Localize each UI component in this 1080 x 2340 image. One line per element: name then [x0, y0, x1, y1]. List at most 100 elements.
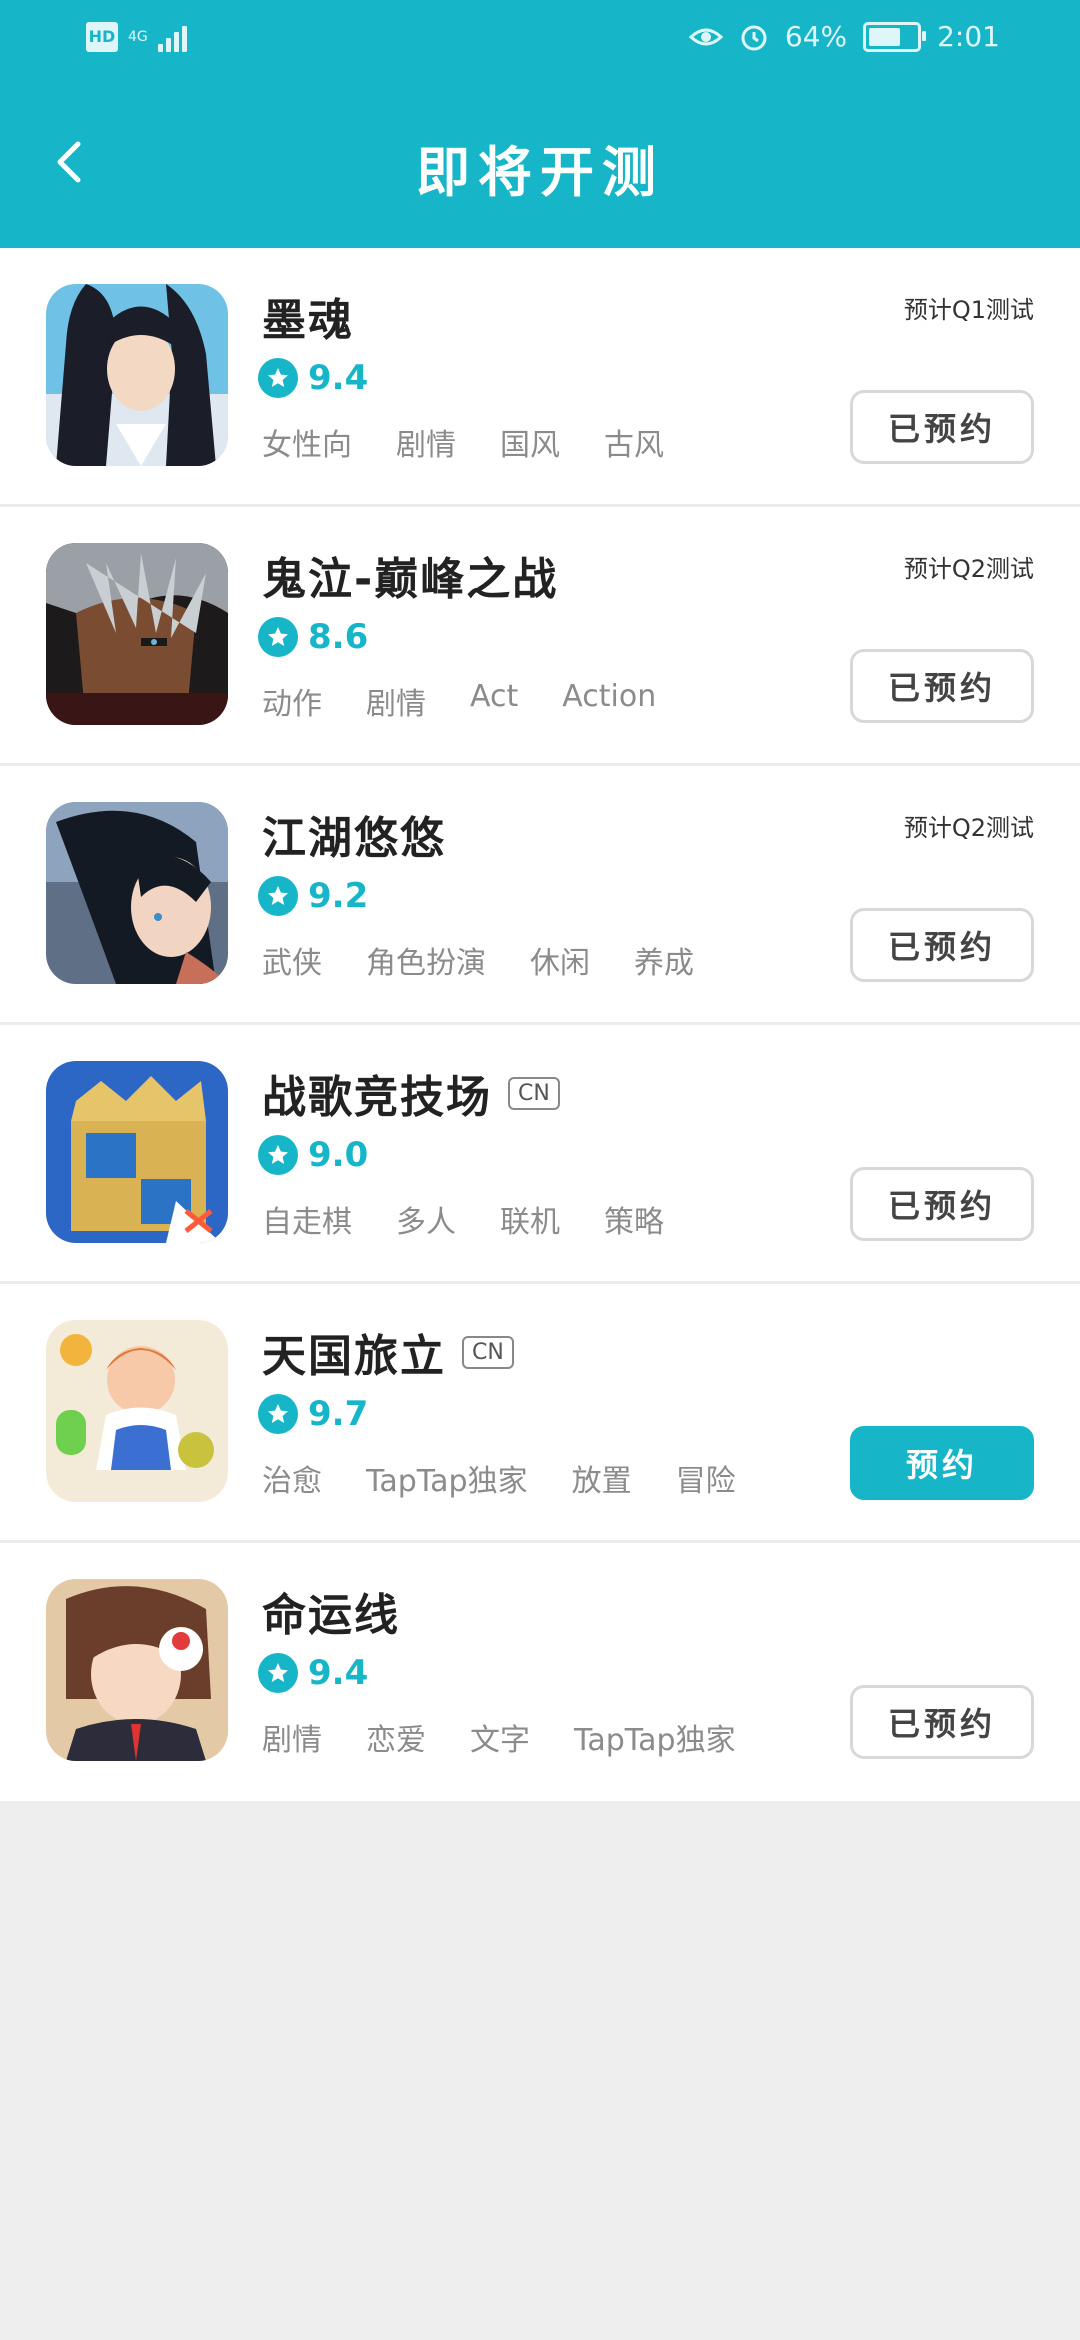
game-icon-devil-may-cry[interactable]: [46, 543, 228, 725]
tag[interactable]: 恋爱: [366, 1715, 426, 1759]
tag-list: 治愈 TapTap独家 放置 冒险: [262, 1456, 736, 1500]
tag-list: 武侠 角色扮演 休闲 养成: [262, 938, 694, 982]
game-artwork: [46, 1320, 228, 1502]
nav-bar: 即将开测: [0, 80, 1080, 248]
tag[interactable]: 动作: [262, 679, 322, 723]
test-schedule: 预计Q2测试: [903, 814, 1034, 842]
status-bar: HD 4G 64% 2:01: [0, 0, 1080, 80]
game-name: 江湖悠悠: [262, 813, 446, 864]
battery-icon: [863, 21, 927, 52]
tag[interactable]: TapTap独家: [366, 1456, 528, 1500]
star-icon: [258, 358, 298, 398]
rating-value: 8.6: [308, 617, 369, 657]
game-row[interactable]: 战歌竞技场 CN 9.0 自走棋 多人 联机 策略 已预约: [0, 1025, 1080, 1284]
tag[interactable]: TapTap独家: [574, 1715, 736, 1759]
game-title[interactable]: 墨魂: [262, 284, 354, 348]
star-icon: [258, 1394, 298, 1434]
game-title[interactable]: 天国旅立 CN: [262, 1320, 514, 1384]
page-title: 即将开测: [416, 141, 664, 204]
game-artwork: [46, 543, 228, 725]
tag[interactable]: 古风: [604, 420, 664, 464]
tag[interactable]: 剧情: [262, 1715, 322, 1759]
game-icon-jianghu[interactable]: [46, 802, 228, 984]
game-row[interactable]: 鬼泣-巅峰之战 8.6 动作 剧情 Act Action 预计Q2测试 已预约: [0, 507, 1080, 766]
tag-list: 女性向 剧情 国风 古风: [262, 420, 664, 464]
top-bar: HD 4G 64% 2:01 即将开测: [0, 0, 1080, 248]
test-schedule: 预计Q1测试: [903, 296, 1034, 324]
reserved-button[interactable]: 已预约: [850, 649, 1034, 723]
game-icon-mingyunxian[interactable]: [46, 1579, 228, 1761]
tag[interactable]: Act: [470, 679, 518, 723]
game-row[interactable]: 江湖悠悠 9.2 武侠 角色扮演 休闲 养成 预计Q2测试 已预约: [0, 766, 1080, 1025]
game-name: 墨魂: [262, 295, 354, 346]
tag[interactable]: 冒险: [676, 1456, 736, 1500]
battery-percent: 64%: [784, 20, 848, 53]
game-title[interactable]: 鬼泣-巅峰之战: [262, 543, 558, 607]
tag[interactable]: 策略: [604, 1197, 664, 1241]
tag[interactable]: 角色扮演: [366, 938, 486, 982]
game-rating: 9.4: [258, 358, 368, 398]
tag[interactable]: 剧情: [366, 679, 426, 723]
game-title[interactable]: 命运线: [262, 1579, 400, 1643]
rating-value: 9.0: [308, 1135, 369, 1175]
clock-time: 2:01: [937, 20, 1000, 53]
game-artwork: [46, 1579, 228, 1761]
game-name: 鬼泣-巅峰之战: [262, 554, 559, 605]
game-artwork: [46, 1061, 228, 1243]
test-schedule: 预计Q2测试: [903, 555, 1034, 583]
network-type: 4G: [128, 29, 148, 45]
reserved-button[interactable]: 已预约: [850, 1167, 1034, 1241]
rating-value: 9.7: [308, 1394, 369, 1434]
game-rating: 9.0: [258, 1135, 368, 1175]
tag[interactable]: 文字: [470, 1715, 530, 1759]
game-artwork: [46, 284, 228, 466]
tag-list: 自走棋 多人 联机 策略: [262, 1197, 664, 1241]
game-row[interactable]: 墨魂 9.4 女性向 剧情 国风 古风 预计Q1测试 已预约: [0, 248, 1080, 507]
tag[interactable]: 剧情: [396, 420, 456, 464]
reserved-button[interactable]: 已预约: [850, 908, 1034, 982]
game-title[interactable]: 战歌竞技场 CN: [262, 1061, 560, 1125]
game-name: 命运线: [262, 1590, 400, 1641]
reserved-button[interactable]: 已预约: [850, 390, 1034, 464]
status-left: HD 4G: [86, 22, 187, 52]
star-icon: [258, 1653, 298, 1693]
game-rating: 9.2: [258, 876, 368, 916]
star-icon: [258, 1135, 298, 1175]
tag-list: 动作 剧情 Act Action: [262, 679, 656, 723]
tag[interactable]: 放置: [572, 1456, 632, 1500]
tag-list: 剧情 恋爱 文字 TapTap独家: [262, 1715, 736, 1759]
cn-badge: CN: [508, 1076, 560, 1110]
rating-value: 9.4: [308, 358, 369, 398]
cn-badge: CN: [462, 1335, 514, 1369]
star-icon: [258, 617, 298, 657]
star-icon: [258, 876, 298, 916]
game-icon-zhange[interactable]: [46, 1061, 228, 1243]
signal-icon: [157, 22, 187, 52]
reserved-button[interactable]: 已预约: [850, 1685, 1034, 1759]
game-rating: 9.4: [258, 1653, 368, 1693]
game-name: 天国旅立: [262, 1331, 446, 1382]
game-artwork: [46, 802, 228, 984]
tag[interactable]: Action: [562, 679, 656, 723]
tag[interactable]: 治愈: [262, 1456, 322, 1500]
tag[interactable]: 休闲: [530, 938, 590, 982]
game-icon-tianguo[interactable]: [46, 1320, 228, 1502]
rating-value: 9.2: [308, 876, 369, 916]
game-row[interactable]: 天国旅立 CN 9.7 治愈 TapTap独家 放置 冒险 预约: [0, 1284, 1080, 1543]
tag[interactable]: 联机: [500, 1197, 560, 1241]
game-title[interactable]: 江湖悠悠: [262, 802, 446, 866]
tag[interactable]: 武侠: [262, 938, 322, 982]
rating-value: 9.4: [308, 1653, 369, 1693]
tag[interactable]: 养成: [634, 938, 694, 982]
tag[interactable]: 国风: [500, 420, 560, 464]
game-rating: 8.6: [258, 617, 368, 657]
tag[interactable]: 多人: [396, 1197, 456, 1241]
hd-badge: HD: [86, 22, 118, 52]
game-row[interactable]: 命运线 9.4 剧情 恋爱 文字 TapTap独家 已预约: [0, 1543, 1080, 1801]
tag[interactable]: 女性向: [262, 420, 352, 464]
reserve-button[interactable]: 预约: [850, 1426, 1034, 1500]
tag[interactable]: 自走棋: [262, 1197, 352, 1241]
game-icon-mohun[interactable]: [46, 284, 228, 466]
status-right: 64% 2:01: [688, 20, 1000, 53]
eye-comfort-icon: [688, 28, 723, 45]
